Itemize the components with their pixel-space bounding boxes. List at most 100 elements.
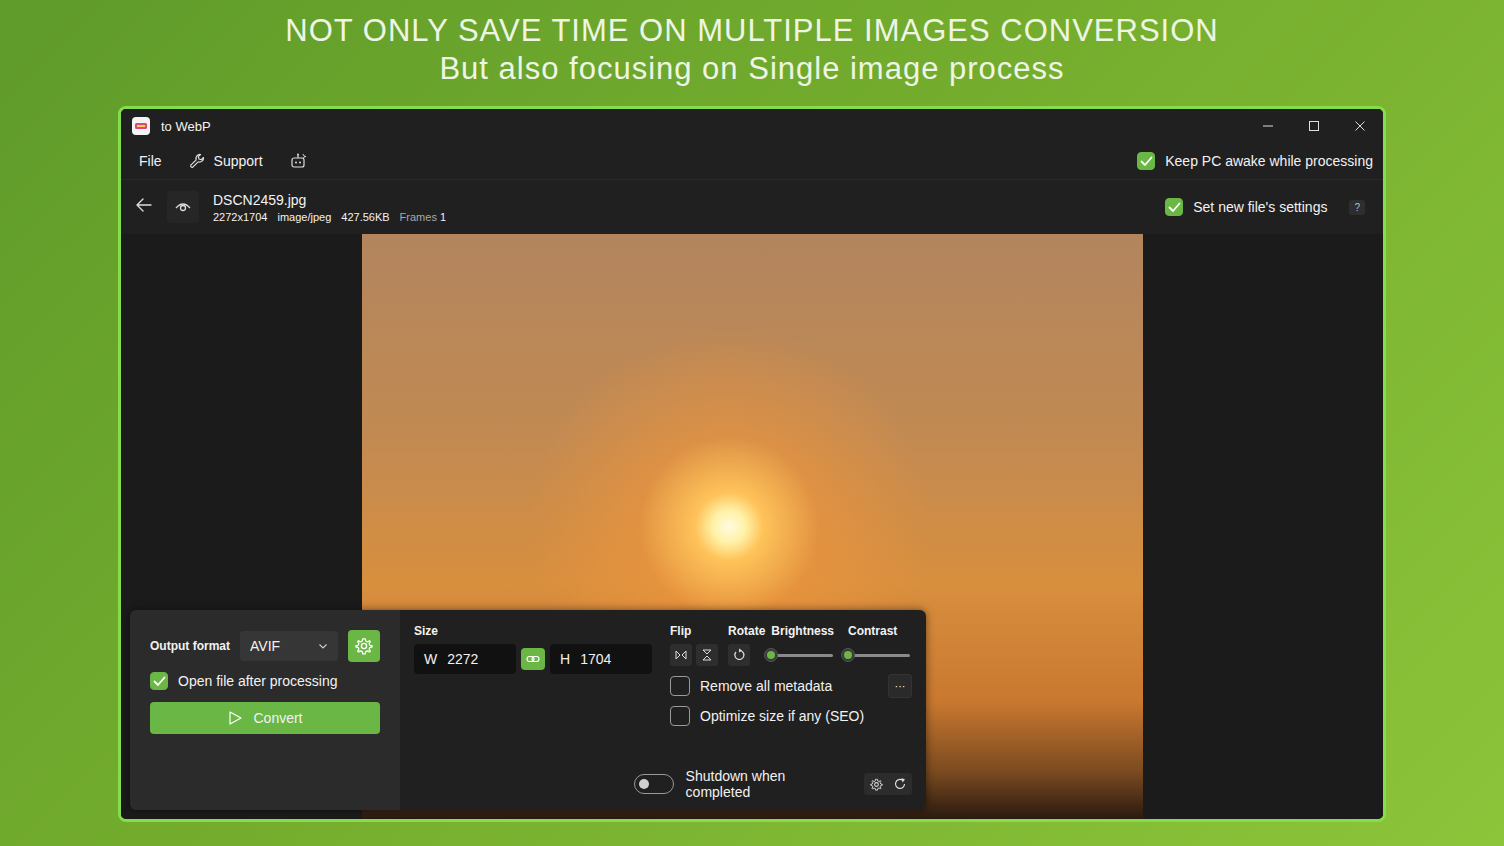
open-after-checkbox[interactable]: Open file after processing	[150, 672, 380, 690]
file-dimensions: 2272x1704	[213, 211, 267, 223]
edit-section: Size W 2272 H 1704 Flip Rotate Brightness Contra…	[400, 610, 926, 810]
size-row: W 2272 H 1704	[414, 644, 654, 674]
shutdown-row: Shutdown when completed	[414, 768, 912, 800]
new-file-settings-checkbox[interactable]: Set new file's settings?	[1165, 198, 1365, 216]
size-group: Size W 2272 H 1704	[414, 624, 654, 768]
brightness-group: Brightness	[771, 624, 834, 666]
convert-label: Convert	[253, 710, 302, 726]
file-info-bar: DSCN2459.jpg 2272x1704 image/jpeg 427.56KB F…	[121, 179, 1383, 234]
menu-label: File	[139, 153, 162, 169]
reset-button[interactable]	[888, 773, 912, 795]
support-menu[interactable]: Support	[188, 152, 263, 170]
flip-vertical-icon	[700, 648, 714, 662]
shutdown-label: Shutdown when completed	[686, 768, 852, 800]
keep-awake-box[interactable]	[1137, 152, 1155, 170]
option-row: Remove all metadata ···	[670, 674, 912, 698]
file-info: DSCN2459.jpg 2272x1704 image/jpeg 427.56KB F…	[213, 192, 1151, 223]
frames-count: 1	[440, 211, 446, 223]
wrench-icon	[188, 152, 206, 170]
file-size: 427.56KB	[341, 211, 389, 223]
flip-vertical-button[interactable]	[696, 644, 718, 666]
file-name: DSCN2459.jpg	[213, 192, 1151, 208]
contrast-group: Contrast	[848, 624, 910, 666]
rotate-icon	[732, 648, 746, 662]
refresh-icon	[888, 773, 912, 795]
height-field[interactable]: H 1704	[550, 644, 652, 674]
contrast-track	[848, 654, 910, 657]
menu-bar: File Support Keep PC awake while processin…	[121, 143, 1383, 179]
file-meta: 2272x1704 image/jpeg 427.56KB Frames 1	[213, 211, 1151, 223]
flip-horizontal-icon	[674, 648, 688, 662]
contrast-slider[interactable]	[848, 644, 910, 666]
option-label: Remove all metadata	[700, 678, 832, 694]
option-label: Optimize size if any (SEO)	[700, 708, 864, 724]
output-format-row: Output format AVIF	[150, 630, 380, 662]
width-prefix: W	[424, 651, 437, 667]
option-box[interactable]	[670, 706, 690, 726]
output-format-label: Output format	[150, 639, 230, 653]
preview-button[interactable]	[167, 191, 199, 223]
rotate-label: Rotate	[728, 624, 765, 638]
contrast-label: Contrast	[848, 624, 910, 638]
file-frames: Frames 1	[400, 211, 446, 223]
height-prefix: H	[560, 651, 570, 667]
brightness-label: Brightness	[771, 624, 834, 638]
format-settings-button[interactable]	[348, 630, 380, 662]
play-icon	[227, 710, 243, 726]
window-title: to WebP	[161, 119, 1245, 134]
rotate-button[interactable]	[728, 644, 750, 666]
flip-horizontal-button[interactable]	[670, 644, 692, 666]
option-row: Optimize size if any (SEO)	[670, 706, 912, 726]
maximize-button[interactable]	[1291, 109, 1337, 143]
eye-icon	[174, 198, 192, 216]
more-options-button[interactable]: ···	[888, 674, 912, 698]
close-button[interactable]	[1337, 109, 1383, 143]
help-badge[interactable]: ?	[1349, 200, 1365, 215]
minimize-icon	[1245, 109, 1291, 143]
open-after-label: Open file after processing	[178, 673, 338, 689]
width-field[interactable]: W 2272	[414, 644, 516, 674]
height-value: 1704	[580, 651, 611, 667]
adjust-row: Flip Rotate Brightness Contrast	[670, 624, 912, 666]
edit-grid: Size W 2272 H 1704 Flip Rotate Brightness Contra…	[414, 624, 912, 768]
menu-label: Support	[214, 153, 263, 169]
headline: NOT ONLY SAVE TIME ON MULTIPLE IMAGES CO…	[0, 0, 1504, 106]
shutdown-settings-button[interactable]	[864, 773, 888, 795]
rotate-group: Rotate	[728, 624, 765, 666]
tools-menu[interactable]	[289, 152, 307, 170]
app-logo-icon	[131, 116, 151, 136]
contrast-knob[interactable]	[841, 648, 855, 662]
open-after-box[interactable]	[150, 672, 168, 690]
close-icon	[1337, 109, 1383, 143]
output-section: Output format AVIF Open file after process…	[130, 610, 400, 810]
file-menu[interactable]: File	[139, 153, 162, 169]
minimize-button[interactable]	[1245, 109, 1291, 143]
flip-label: Flip	[670, 624, 718, 638]
shutdown-actions	[864, 773, 912, 795]
back-button[interactable]	[135, 196, 153, 218]
flip-group: Flip	[670, 624, 718, 666]
preview-area: Output format AVIF Open file after process…	[121, 234, 1383, 819]
option-checkbox[interactable]: Remove all metadata	[670, 676, 832, 696]
shutdown-toggle[interactable]	[634, 774, 674, 794]
brightness-knob[interactable]	[764, 648, 778, 662]
output-format-value: AVIF	[250, 638, 280, 654]
width-value: 2272	[447, 651, 478, 667]
aspect-link-button[interactable]	[521, 648, 545, 670]
link-icon	[526, 652, 540, 666]
option-box[interactable]	[670, 676, 690, 696]
brightness-slider[interactable]	[771, 644, 833, 666]
chevron-down-icon	[318, 641, 328, 651]
settings-panel: Output format AVIF Open file after process…	[130, 610, 926, 810]
maximize-icon	[1291, 109, 1337, 143]
convert-button[interactable]: Convert	[150, 702, 380, 734]
size-label: Size	[414, 624, 654, 638]
frames-label: Frames	[400, 211, 437, 223]
keep-awake-checkbox[interactable]: Keep PC awake while processing	[1137, 152, 1373, 170]
file-mime: image/jpeg	[277, 211, 331, 223]
gear-icon	[355, 637, 373, 655]
new-file-settings-box[interactable]	[1165, 198, 1183, 216]
output-format-dropdown[interactable]: AVIF	[240, 631, 338, 661]
option-checkbox[interactable]: Optimize size if any (SEO)	[670, 706, 864, 726]
keep-awake-label: Keep PC awake while processing	[1165, 153, 1373, 169]
